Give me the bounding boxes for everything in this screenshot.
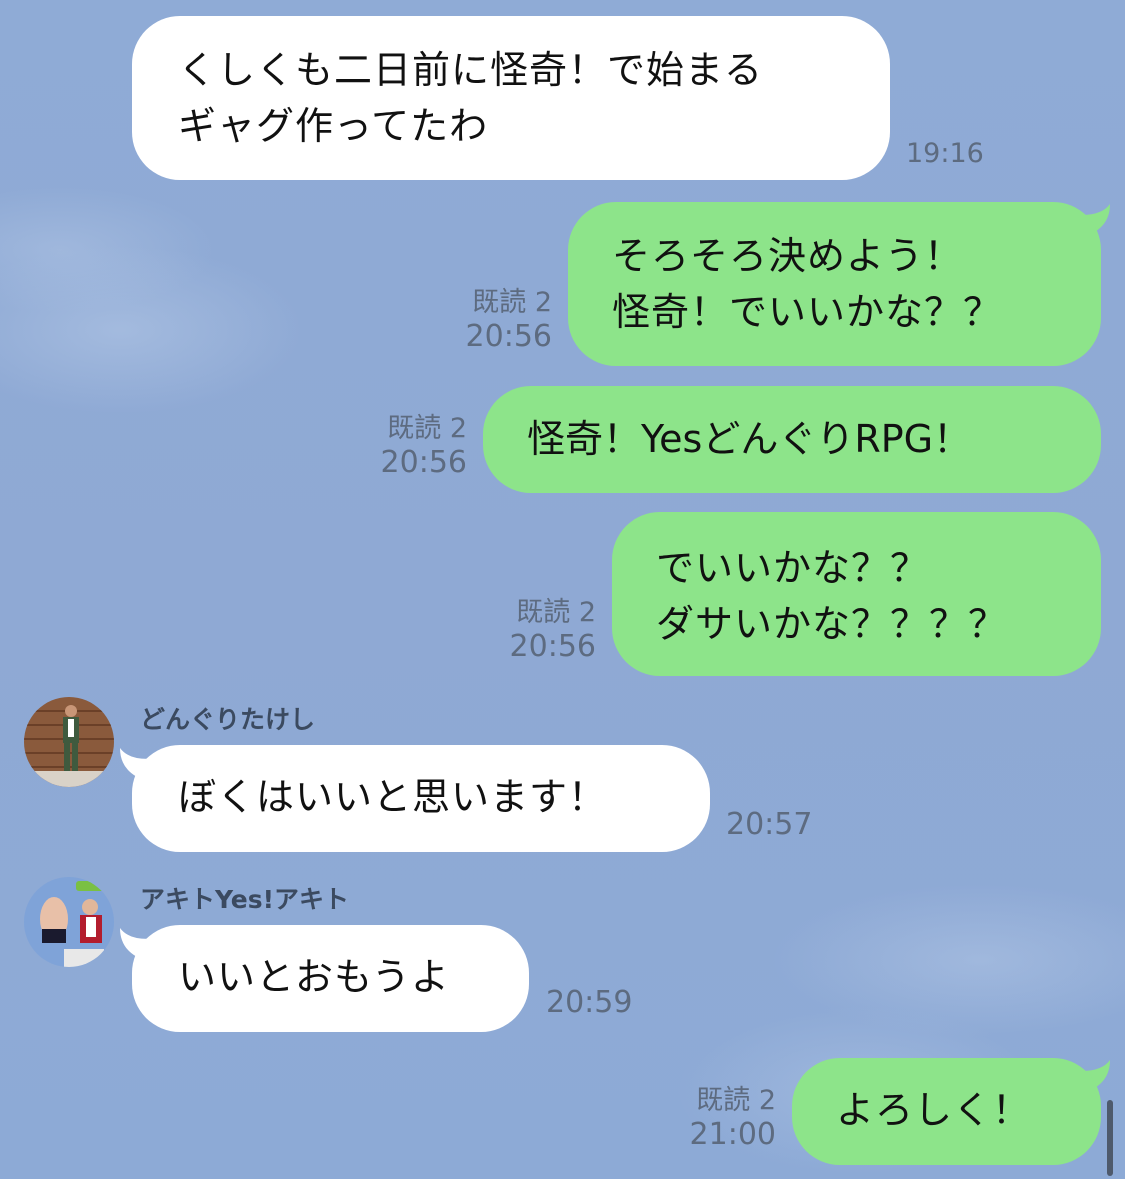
message-bubble[interactable]: よろしく！ [792,1058,1101,1165]
read-receipt: 既読 2 [387,413,467,444]
sender-name: どんぐりたけし [140,705,316,734]
sender-name: アキトYes!アキト [140,885,350,914]
message-time: 20:56 [465,319,552,354]
read-receipt: 既読 2 [696,1085,776,1116]
message-time: 20:59 [546,985,633,1020]
message-bubble[interactable]: ぼくはいいと思います！ [132,745,710,852]
avatar-photo-icon [24,697,114,787]
message-bubble[interactable]: そろそろ決めよう！ 怪奇！でいいかな？？ [568,202,1101,366]
message-time: 19:16 [906,138,984,169]
avatar-photo-icon [24,877,114,967]
read-receipt: 既読 2 [472,287,552,318]
message-bubble[interactable]: 怪奇！YesどんぐりRPG！ [483,386,1101,493]
message-bubble[interactable]: でいいかな？？ ダサいかな？？？？ [612,512,1101,676]
avatar[interactable] [24,697,114,787]
message-time: 20:56 [380,445,467,480]
message-bubble[interactable]: くしくも二日前に怪奇！で始まる ギャグ作ってたわ [132,16,890,180]
message-time: 20:57 [726,807,813,842]
scrollbar[interactable] [1107,1100,1113,1176]
avatar[interactable] [24,877,114,967]
message-bubble[interactable]: いいとおもうよ [132,925,529,1032]
message-time: 20:56 [509,629,596,664]
message-time: 21:00 [689,1117,776,1152]
read-receipt: 既読 2 [516,597,596,628]
